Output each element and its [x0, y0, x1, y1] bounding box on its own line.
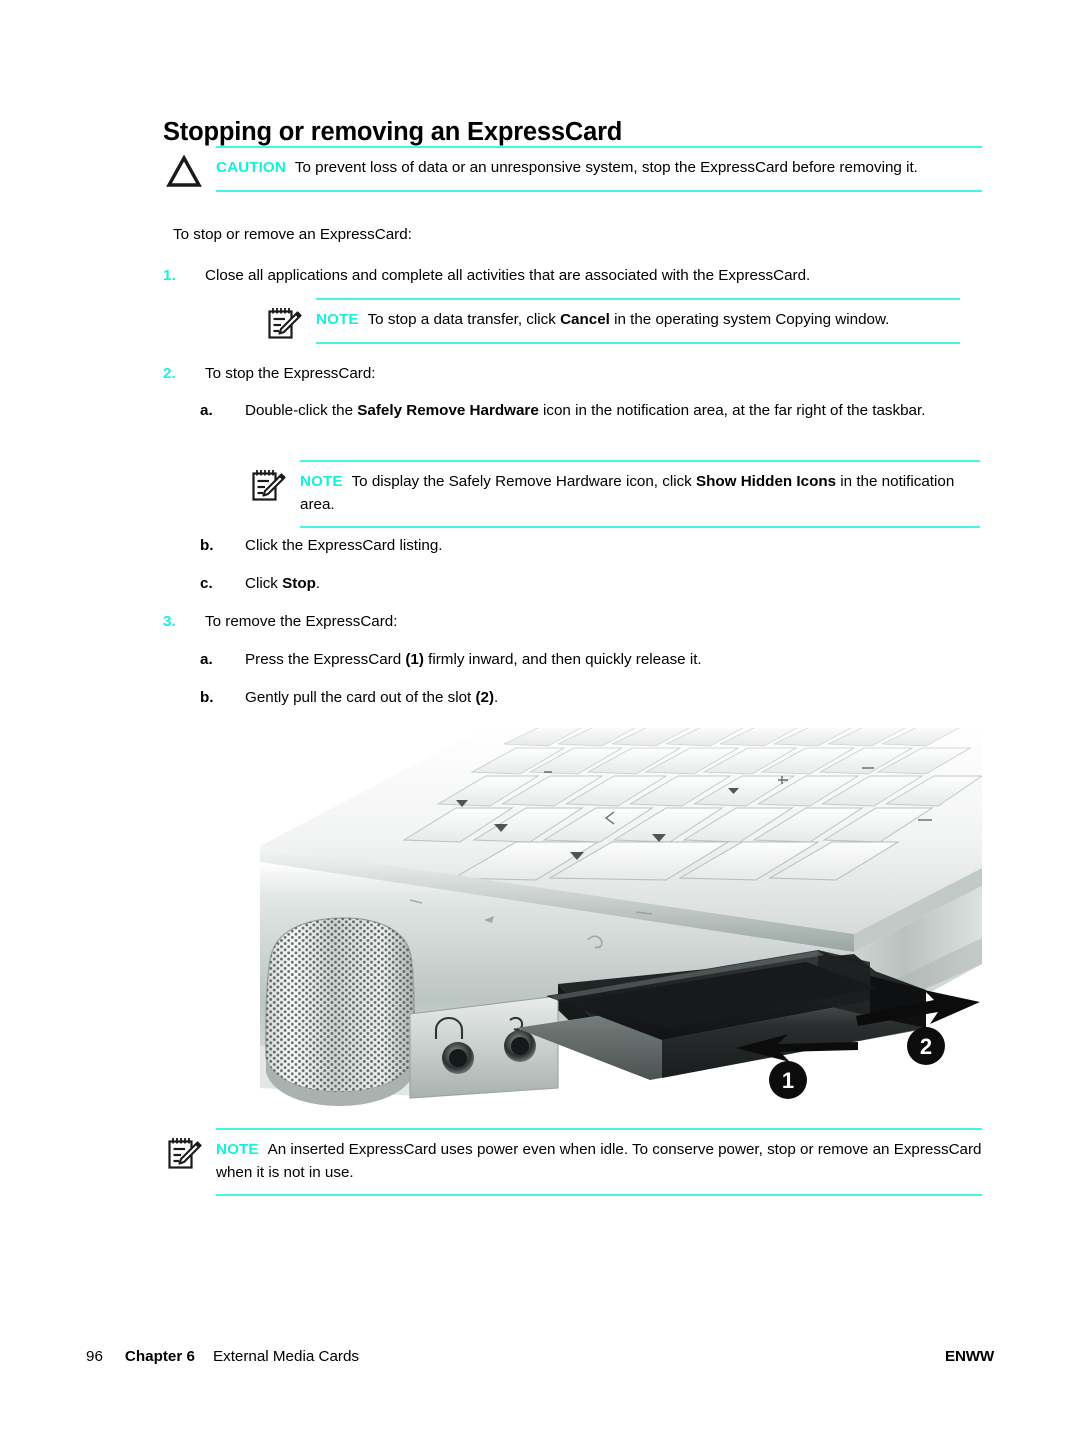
step-2a-marker: a. [200, 402, 213, 419]
note-1-message-part2: in the operating system Copying window. [609, 311, 890, 328]
note-3-admonition: NOTE An inserted ExpressCard uses power e… [168, 1128, 982, 1196]
expresscard-removal-figure: 1 2 [258, 728, 982, 1112]
caution-message: To prevent loss of data or an unresponsi… [294, 159, 918, 176]
note-notepad-pencil-icon [164, 1134, 204, 1174]
caution-admonition: CAUTION To prevent loss of data or an unr… [166, 146, 982, 192]
admonition-rule-bottom [316, 341, 960, 344]
caution-triangle-icon [164, 152, 204, 192]
footer-chapter: Chapter 6 [124, 1348, 195, 1365]
note-notepad-pencil-icon [264, 304, 304, 344]
admonition-rule-bottom [300, 526, 980, 528]
step-3-marker: 3. [163, 613, 176, 630]
step-3b-text-part1: Gently pull the card out of the slot [245, 689, 476, 706]
step-3a-text: Press the ExpressCard (1) firmly inward,… [245, 649, 970, 672]
step-3b-marker: b. [200, 689, 214, 706]
note-2-message-bold: Show Hidden Icons [696, 473, 837, 490]
step-1-text: Close all applications and complete all … [205, 267, 811, 284]
admonition-rule-bottom [216, 1194, 982, 1196]
footer-left: 96 Chapter 6 External Media Cards [86, 1348, 359, 1365]
note-3-body: NOTE An inserted ExpressCard uses power e… [216, 1130, 982, 1194]
note-1-text: NOTE To stop a data transfer, click Cance… [316, 309, 960, 332]
step-2a-text: Double-click the Safely Remove Hardware … [245, 400, 970, 423]
footer-chapter-title: External Media Cards [212, 1348, 360, 1365]
footer-page-number: 96 [86, 1348, 103, 1365]
step-2b: b. Click the ExpressCard listing. [200, 535, 970, 558]
step-1-marker: 1. [163, 267, 176, 284]
note-1-label: NOTE [316, 311, 359, 328]
note-1-admonition: NOTE To stop a data transfer, click Cance… [268, 298, 960, 344]
step-2-marker: 2. [163, 365, 176, 382]
step-2c-marker: c. [200, 575, 213, 592]
step-2b-text: Click the ExpressCard listing. [245, 535, 970, 558]
step-3b-text: Gently pull the card out of the slot (2)… [245, 687, 970, 710]
step-2: 2. To stop the ExpressCard: [163, 363, 983, 386]
document-page: Stopping or removing an ExpressCard CAUT… [0, 0, 1080, 1437]
step-2b-marker: b. [200, 537, 214, 554]
step-3b: b. Gently pull the card out of the slot … [200, 687, 970, 710]
caution-body: CAUTION To prevent loss of data or an unr… [216, 148, 982, 190]
step-3a-text-part1: Press the ExpressCard [245, 651, 406, 668]
step-2c-text-bold: Stop [282, 575, 316, 592]
step-2c: c. Click Stop. [200, 573, 970, 596]
note-3-message-part1: An inserted ExpressCard uses power even … [216, 1141, 982, 1181]
note-1-body: NOTE To stop a data transfer, click Cance… [316, 300, 960, 342]
step-2c-text-part1: Click [245, 575, 283, 592]
step-2c-text-part2: . [315, 575, 321, 592]
step-3b-text-part2: . [494, 689, 499, 706]
step-3a-text-part2: firmly inward, and then quickly release … [423, 651, 702, 668]
note-notepad-pencil-icon [248, 466, 288, 506]
note-2-body: NOTE To display the Safely Remove Hardwar… [300, 462, 980, 526]
page-title: Stopping or removing an ExpressCard [163, 118, 623, 147]
note-2-message-part1: To display the Safely Remove Hardware ic… [351, 473, 696, 490]
speaker-grille [265, 917, 415, 1106]
step-2a: a. Double-click the Safely Remove Hardwa… [200, 400, 970, 423]
step-3a-marker: a. [200, 651, 213, 668]
note-1-message-bold: Cancel [560, 311, 610, 328]
admonition-rule-bottom [216, 189, 982, 192]
intro-paragraph: To stop or remove an ExpressCard: [173, 226, 412, 243]
step-3b-text-bold: (2) [475, 689, 495, 706]
note-2-admonition: NOTE To display the Safely Remove Hardwar… [252, 460, 980, 528]
note-2-label: NOTE [300, 473, 343, 490]
note-3-text: NOTE An inserted ExpressCard uses power e… [216, 1139, 982, 1184]
callout-1-number: 1 [782, 1068, 794, 1093]
callout-2-number: 2 [920, 1034, 932, 1059]
caution-label: CAUTION [216, 159, 286, 176]
note-1-message-part1: To stop a data transfer, click [367, 311, 561, 328]
step-3: 3. To remove the ExpressCard: [163, 611, 983, 634]
note-2-text: NOTE To display the Safely Remove Hardwar… [300, 471, 980, 516]
step-2a-text-bold: Safely Remove Hardware [357, 402, 539, 419]
note-3-label: NOTE [216, 1141, 259, 1158]
step-2b-text-part1: Click the ExpressCard listing. [245, 537, 443, 554]
step-3a: a. Press the ExpressCard (1) firmly inwa… [200, 649, 970, 672]
page-footer: 96 Chapter 6 External Media Cards ENWW [86, 1348, 994, 1370]
step-3-text: To remove the ExpressCard: [205, 613, 398, 630]
step-2a-text-part1: Double-click the [245, 402, 358, 419]
step-3a-text-bold: (1) [405, 651, 424, 668]
step-1: 1. Close all applications and complete a… [163, 265, 983, 288]
caution-text: CAUTION To prevent loss of data or an unr… [216, 157, 982, 180]
step-2-text: To stop the ExpressCard: [205, 365, 376, 382]
step-2a-text-part2: icon in the notification area, at the fa… [538, 402, 926, 419]
footer-right-label: ENWW [945, 1348, 994, 1365]
step-2c-text: Click Stop. [245, 573, 970, 596]
audio-ports-plate [409, 995, 559, 1099]
